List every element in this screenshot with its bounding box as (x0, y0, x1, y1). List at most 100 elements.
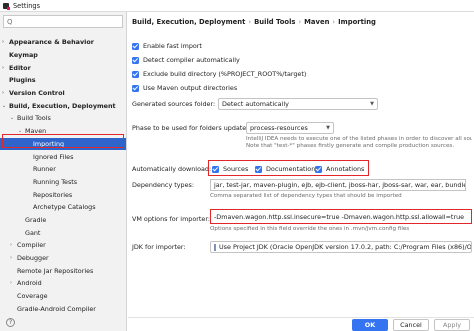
app-logo-icon (3, 2, 10, 10)
sidebar-item-repositories[interactable]: Repositories (0, 188, 126, 201)
detect-compiler-option[interactable]: Detect compiler automatically (132, 56, 240, 64)
breadcrumb-separator: › (248, 18, 252, 26)
download-sources-label: Sources (223, 165, 249, 173)
dependency-types-input[interactable]: jar, test-jar, maven-plugin, ejb, ejb-cl… (210, 179, 466, 191)
settings-sidebar: Q › Appearance & Behavior Keymap › Editor Plu… (0, 12, 127, 331)
settings-search-input[interactable]: Q (3, 15, 123, 28)
sidebar-item-editor[interactable]: › Editor (0, 61, 126, 74)
download-annotations-label: Annotations (326, 165, 365, 173)
window-titlebar: Settings (0, 0, 474, 12)
fast-import-checkbox[interactable] (132, 42, 139, 50)
vm-options-label: VM options for importer: (132, 215, 211, 223)
sidebar-item-label: Running Tests (33, 177, 78, 186)
sidebar-item-coverage[interactable]: Coverage (0, 290, 126, 303)
apply-button[interactable]: Apply (434, 319, 470, 331)
chevron-right-icon[interactable]: › (2, 65, 9, 71)
sidebar-item-label: Maven (25, 127, 47, 136)
sidebar-item-keymap[interactable]: Keymap (0, 49, 126, 62)
chevron-down-icon[interactable]: ⌄ (2, 103, 9, 109)
detect-compiler-checkbox[interactable] (132, 56, 139, 64)
sidebar-item-label: Gradle-Android Compiler (17, 304, 96, 313)
sidebar-item-label: Coverage (17, 292, 48, 301)
breadcrumb-separator: › (332, 18, 336, 26)
chevron-down-icon[interactable]: ⌄ (10, 115, 17, 121)
dependency-types-label: Dependency types: (132, 181, 195, 189)
sidebar-item-label: Repositories (33, 190, 73, 199)
download-annotations-option[interactable]: Annotations (315, 165, 364, 173)
vm-options-value: -Dmaven.wagon.http.ssl.insecure=true -Dm… (214, 212, 465, 221)
sidebar-item-gant[interactable]: Gant (0, 226, 126, 239)
ok-button[interactable]: OK (352, 319, 388, 331)
download-sources-option[interactable]: Sources (212, 165, 248, 173)
sidebar-item-label: Importing (33, 139, 65, 148)
sidebar-item-version-control[interactable]: › Version Control (0, 87, 126, 100)
breadcrumb-item: Importing (338, 18, 376, 26)
phase-value: process-resources (250, 124, 308, 132)
chevron-right-icon[interactable]: › (10, 280, 17, 286)
dependency-types-value: jar, test-jar, maven-plugin, ejb, ejb-cl… (214, 181, 466, 189)
sidebar-item-gradle-android-compiler[interactable]: Gradle-Android Compiler (0, 302, 126, 315)
fast-import-label: Enable fast import (143, 42, 202, 50)
exclude-build-checkbox[interactable] (132, 70, 139, 78)
sidebar-item-remote-jar-repositories[interactable]: Remote Jar Repositories (0, 264, 126, 277)
jdk-select[interactable]: Use Project JDK (Oracle OpenJDK version … (210, 241, 472, 253)
breadcrumb-item[interactable]: Maven (304, 18, 329, 26)
sidebar-item-label: Archetype Catalogs (33, 203, 96, 212)
download-documentation-option[interactable]: Documentation (255, 165, 315, 173)
sidebar-item-build-tools[interactable]: ⌄ Build Tools (0, 112, 126, 125)
sidebar-item-label: Android (17, 279, 42, 288)
sidebar-item-debugger[interactable]: › Debugger (0, 252, 126, 265)
vm-options-input[interactable]: -Dmaven.wagon.http.ssl.insecure=true -Dm… (210, 209, 472, 224)
search-icon: Q (7, 17, 13, 26)
download-annotations-checkbox[interactable] (315, 165, 322, 173)
breadcrumb-item[interactable]: Build Tools (254, 18, 295, 26)
download-documentation-checkbox[interactable] (255, 165, 262, 173)
chevron-right-icon[interactable]: › (2, 39, 9, 45)
chevron-right-icon[interactable]: › (10, 255, 17, 261)
sidebar-item-label: Debugger (17, 254, 49, 263)
sidebar-item-label: Ignored Files (33, 152, 74, 161)
output-dirs-checkbox[interactable] (132, 84, 139, 92)
sidebar-item-android[interactable]: › Android (0, 277, 126, 290)
chevron-right-icon[interactable]: › (2, 90, 9, 96)
jdk-label: JDK for importer: (132, 243, 186, 251)
sidebar-item-label: Runner (33, 165, 56, 174)
sidebar-item-runner[interactable]: Runner (0, 163, 126, 176)
download-documentation-label: Documentation (266, 165, 316, 173)
sidebar-item-label: Gradle (25, 215, 47, 224)
window-title: Settings (13, 1, 41, 10)
sidebar-item-label: Editor (9, 63, 31, 72)
sidebar-item-archetype-catalogs[interactable]: Archetype Catalogs (0, 201, 126, 214)
chevron-down-icon: ▼ (370, 101, 374, 107)
settings-tree: › Appearance & Behavior Keymap › Editor Plugi… (0, 36, 126, 315)
generated-sources-label: Generated sources folder: (132, 100, 216, 108)
sidebar-item-build-execution-deployment[interactable]: ⌄ Build, Execution, Deployment (0, 99, 126, 112)
exclude-build-label: Exclude build directory (%PROJECT_ROOT%/… (143, 70, 307, 78)
sidebar-item-compiler[interactable]: › Compiler (0, 239, 126, 252)
phase-hint: IntelliJ IDEA needs to execute one of th… (246, 136, 472, 149)
auto-download-label: Automatically download: (132, 165, 212, 173)
phase-select[interactable]: process-resources ▼ (246, 122, 334, 134)
download-sources-checkbox[interactable] (212, 165, 219, 173)
output-dirs-option[interactable]: Use Maven output directories (132, 84, 237, 92)
sidebar-item-running-tests[interactable]: Running Tests (0, 176, 126, 189)
breadcrumb-item[interactable]: Build, Execution, Deployment (132, 18, 245, 26)
sidebar-item-ignored-files[interactable]: Ignored Files (0, 150, 126, 163)
chevron-right-icon[interactable]: › (10, 242, 17, 248)
cancel-button[interactable]: Cancel (393, 319, 429, 331)
output-dirs-label: Use Maven output directories (143, 84, 238, 92)
exclude-build-option[interactable]: Exclude build directory (%PROJECT_ROOT%/… (132, 70, 306, 78)
sidebar-item-appearance-behavior[interactable]: › Appearance & Behavior (0, 36, 126, 49)
breadcrumb: Build, Execution, Deployment › Build Too… (132, 18, 376, 26)
chevron-down-icon: ▼ (326, 125, 330, 131)
sidebar-item-label: Compiler (17, 241, 46, 250)
sidebar-item-importing[interactable]: Importing (0, 137, 126, 151)
fast-import-option[interactable]: Enable fast import (132, 42, 202, 50)
help-button[interactable]: ? (6, 318, 15, 327)
sidebar-item-gradle[interactable]: Gradle (0, 214, 126, 227)
generated-sources-value: Detect automatically (222, 100, 289, 108)
sidebar-item-maven[interactable]: ⌄ Maven (0, 125, 126, 138)
generated-sources-select[interactable]: Detect automatically ▼ (218, 98, 378, 110)
chevron-down-icon[interactable]: ⌄ (18, 128, 25, 134)
sidebar-item-plugins[interactable]: Plugins (0, 74, 126, 87)
